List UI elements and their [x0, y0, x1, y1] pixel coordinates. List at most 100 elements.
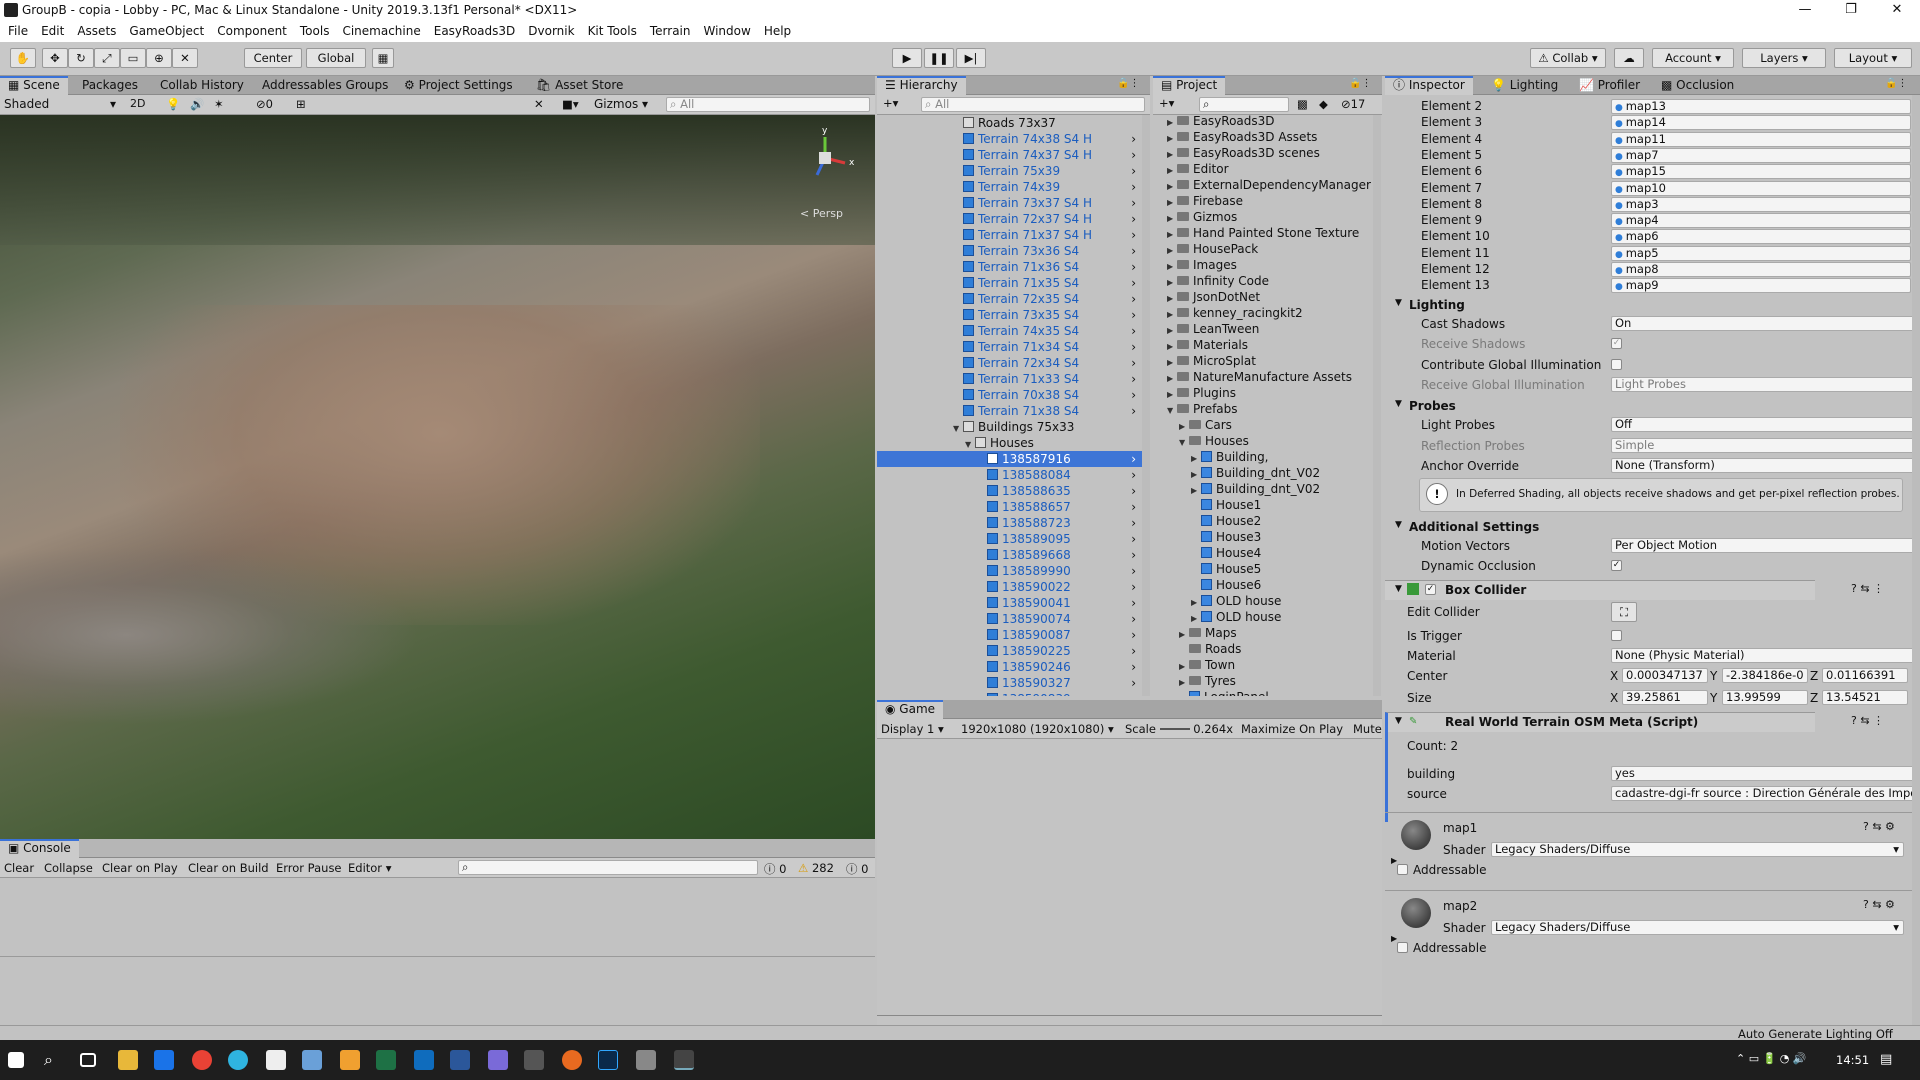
project-item[interactable]: ▶ Tyres [1153, 673, 1236, 689]
expand-arrow-icon[interactable]: ▶ [1167, 307, 1177, 323]
expand-arrow-icon[interactable]: ▼ [965, 437, 975, 453]
console-error-pause-button[interactable]: Error Pause [276, 861, 342, 875]
project-item[interactable]: LoginPanel [1153, 689, 1269, 696]
project-item[interactable]: ▶ JsonDotNet [1153, 289, 1260, 305]
expand-arrow-icon[interactable]: ▶ [1179, 419, 1189, 435]
project-item[interactable]: ▶ Gizmos [1153, 209, 1237, 225]
edit-collider-button[interactable]: ⛶ [1611, 602, 1637, 623]
foldout-arrow-icon[interactable]: ▼ [1395, 584, 1402, 594]
hierarchy-item-terrain[interactable]: Terrain 71x38 S4 › [877, 403, 1142, 419]
project-create-button[interactable]: +▾ [1159, 96, 1174, 110]
expand-arrow-icon[interactable]: ▶ [1167, 371, 1177, 387]
motion-vectors-dropdown[interactable]: Per Object Motion▾ [1611, 538, 1912, 554]
scene-gizmo[interactable]: y x [795, 123, 865, 193]
expand-arrow-icon[interactable]: ▶ [1167, 259, 1177, 275]
mail-icon[interactable] [154, 1050, 174, 1070]
expand-arrow-icon[interactable]: ▶ [1167, 163, 1177, 179]
hierarchy-item-terrain[interactable]: Terrain 72x37 S4 H › [877, 211, 1142, 227]
project-item[interactable]: ▶ ExternalDependencyManager [1153, 177, 1371, 193]
notepad-icon[interactable] [302, 1050, 322, 1070]
project-item[interactable]: ▶ Firebase [1153, 193, 1243, 209]
expand-arrow-icon[interactable]: ▶ [1179, 659, 1189, 675]
hierarchy-item-terrain[interactable]: Terrain 71x37 S4 H › [877, 227, 1142, 243]
open-prefab-chevron-icon[interactable]: › [1131, 275, 1136, 291]
filter-type-icon[interactable]: ▩ [1297, 97, 1308, 111]
tab-profiler[interactable]: 📈 Profiler [1571, 76, 1648, 95]
hierarchy-item-building[interactable]: 138588723 › [877, 515, 1142, 531]
hierarchy-item-building[interactable]: 138589990 › [877, 563, 1142, 579]
layers-dropdown[interactable]: Layers ▾ [1742, 48, 1826, 68]
file-explorer-icon[interactable] [118, 1050, 138, 1070]
project-item[interactable]: ▶ Town [1153, 657, 1235, 673]
tray-icons[interactable]: ⌃ ▭ 🔋 ◔ 🔊 [1736, 1052, 1807, 1065]
collab-dropdown[interactable]: ⚠ Collab ▾ [1530, 48, 1606, 68]
hierarchy-item-terrain[interactable]: Terrain 74x35 S4 › [877, 323, 1142, 339]
open-prefab-chevron-icon[interactable]: › [1131, 627, 1136, 643]
expand-arrow-icon[interactable]: ▶ [1167, 339, 1177, 355]
minimize-button[interactable]: — [1782, 0, 1828, 22]
open-prefab-chevron-icon[interactable]: › [1131, 211, 1136, 227]
hierarchy-item-terrain[interactable]: Terrain 72x35 S4 › [877, 291, 1142, 307]
object-field[interactable]: ● map5 [1611, 245, 1911, 261]
close-button[interactable]: ✕ [1874, 0, 1920, 22]
component-help-icons[interactable]: ? ⇆ ⋮ [1851, 714, 1884, 727]
shader-dropdown[interactable]: Legacy Shaders/Diffuse ▾ [1491, 920, 1904, 936]
project-item[interactable]: ▶ EasyRoads3D Assets [1153, 129, 1317, 145]
chrome-icon[interactable] [192, 1050, 212, 1070]
console-error-toggle[interactable]: ⓘ 0 [846, 861, 868, 877]
open-prefab-chevron-icon[interactable]: › [1131, 259, 1136, 275]
project-item[interactable]: House5 [1153, 561, 1261, 577]
cloud-icon[interactable]: ☁ [1614, 48, 1644, 68]
open-prefab-chevron-icon[interactable]: › [1131, 371, 1136, 387]
pivot-global-button[interactable]: Global [306, 48, 366, 68]
scene-view[interactable]: y x < Persp [0, 115, 875, 839]
physic-material-field[interactable]: None (Physic Material)◎ [1611, 648, 1912, 664]
expand-arrow-icon[interactable]: ▶ [1167, 275, 1177, 291]
game-view[interactable] [877, 739, 1382, 1025]
menu-tools[interactable]: Tools [300, 24, 330, 38]
open-prefab-chevron-icon[interactable]: › [1131, 451, 1136, 467]
audio-toggle-icon[interactable]: 🔊 [190, 97, 204, 111]
object-field[interactable]: ● map10 [1611, 180, 1911, 196]
open-prefab-chevron-icon[interactable]: › [1131, 163, 1136, 179]
size-x-input[interactable]: 39.25861 [1622, 690, 1708, 706]
is-trigger-checkbox[interactable] [1611, 630, 1622, 642]
project-item[interactable]: ▼ Houses [1153, 433, 1249, 449]
object-field[interactable]: ● map13 [1611, 99, 1911, 114]
project-item[interactable]: ▶ Editor [1153, 161, 1229, 177]
display-dropdown[interactable]: Display 1 ▾ [881, 722, 957, 736]
object-field[interactable]: ● map4 [1611, 213, 1911, 229]
console-log-area[interactable] [0, 878, 875, 1025]
project-item[interactable]: ▶ Plugins [1153, 385, 1236, 401]
app-icon[interactable] [488, 1050, 508, 1070]
menu-file[interactable]: File [8, 24, 28, 38]
foldout-arrow-icon[interactable]: ▼ [1395, 399, 1402, 409]
project-item[interactable]: House6 [1153, 577, 1261, 593]
material-settings-icon[interactable]: ? ⇆ ⚙ [1863, 898, 1895, 911]
open-prefab-chevron-icon[interactable]: › [1131, 643, 1136, 659]
open-prefab-chevron-icon[interactable]: › [1131, 547, 1136, 563]
layout-dropdown[interactable]: Layout ▾ [1834, 48, 1912, 68]
menu-gameobject[interactable]: GameObject [129, 24, 204, 38]
expand-arrow-icon[interactable]: ▶ [1167, 195, 1177, 211]
open-prefab-chevron-icon[interactable]: › [1131, 483, 1136, 499]
notifications-icon[interactable]: ▤ [1880, 1052, 1892, 1067]
console-clear-on-build-button[interactable]: Clear on Build [188, 861, 269, 875]
project-item[interactable]: ▶ EasyRoads3D [1153, 115, 1275, 129]
shader-dropdown[interactable]: Legacy Shaders/Diffuse ▾ [1491, 842, 1904, 858]
project-item[interactable]: House3 [1153, 529, 1261, 545]
project-item[interactable]: ▶ kenney_racingkit2 [1153, 305, 1303, 321]
project-item[interactable]: ▶ EasyRoads3D scenes [1153, 145, 1320, 161]
expand-arrow-icon[interactable]: ▶ [1167, 323, 1177, 339]
open-prefab-chevron-icon[interactable]: › [1131, 595, 1136, 611]
hierarchy-item-building[interactable]: 138588635 › [877, 483, 1142, 499]
tab-addressables[interactable]: Addressables Groups [254, 76, 396, 95]
expand-arrow-icon[interactable]: ▶ [1167, 291, 1177, 307]
foldout-arrow-icon[interactable]: ▶ [1391, 856, 1397, 865]
expand-arrow-icon[interactable]: ▶ [1167, 387, 1177, 403]
hierarchy-scrollbar[interactable] [1142, 115, 1150, 696]
open-prefab-chevron-icon[interactable]: › [1131, 323, 1136, 339]
dynamic-occlusion-checkbox[interactable]: ✓ [1611, 560, 1622, 572]
open-prefab-chevron-icon[interactable]: › [1131, 563, 1136, 579]
hierarchy-item-buildings[interactable]: ▼ Buildings 75x33 [877, 419, 1142, 435]
